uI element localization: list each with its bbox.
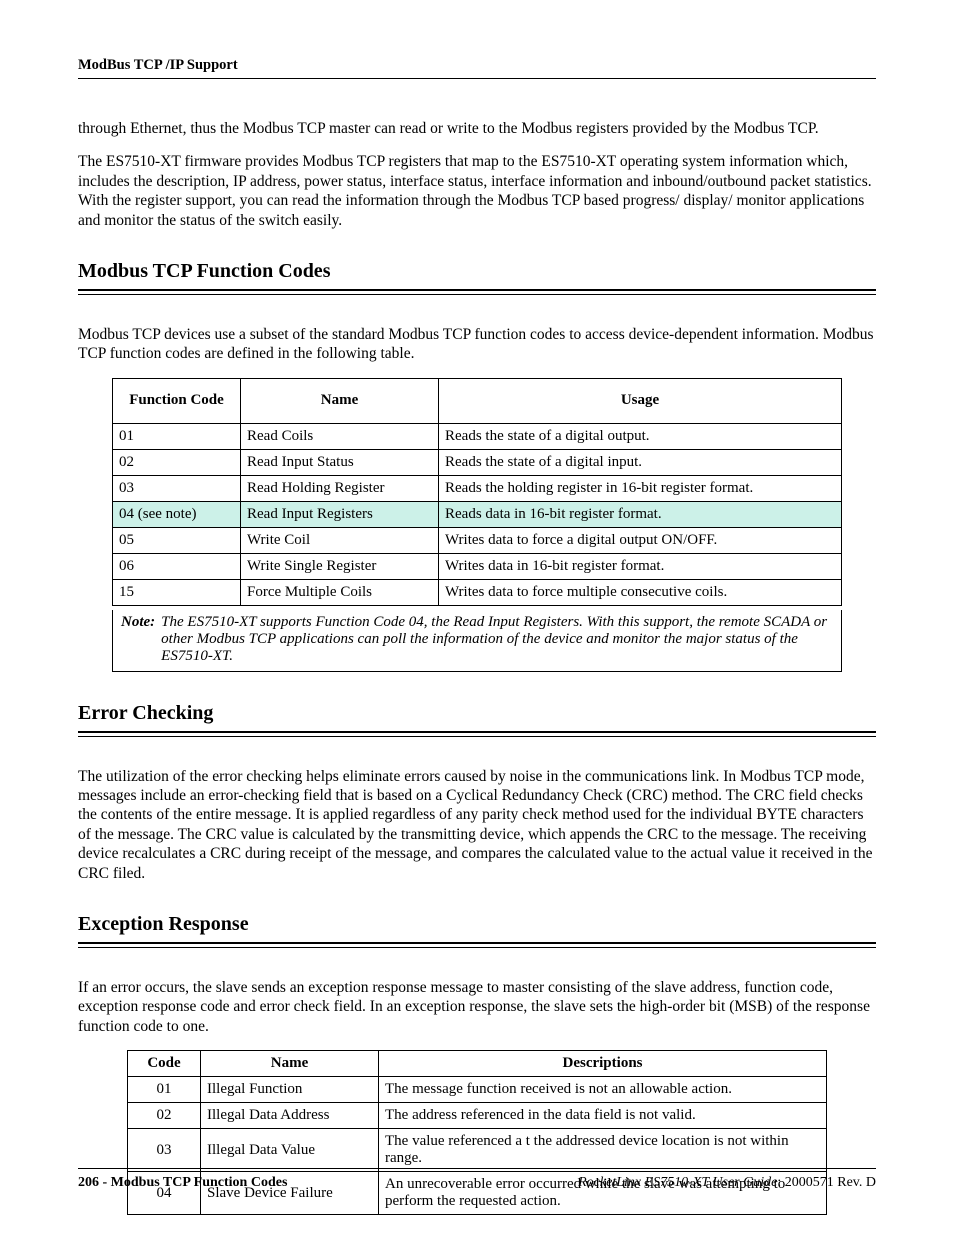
page-header: ModBus TCP /IP Support <box>78 56 876 79</box>
cell-desc: The message function received is not an … <box>379 1077 827 1103</box>
cell-name: Illegal Data Address <box>201 1103 379 1129</box>
cell-name: Read Input Status <box>241 449 439 475</box>
header-title: ModBus TCP /IP Support <box>78 57 238 73</box>
section-heading-error-checking: Error Checking <box>78 702 876 729</box>
th-name: Name <box>241 378 439 423</box>
error-checking-paragraph: The utilization of the error checking he… <box>78 767 876 883</box>
cell-code: 03 <box>128 1129 201 1172</box>
table-row: 05 Write Coil Writes data to force a dig… <box>113 527 842 553</box>
cell-code: 04 (see note) <box>113 501 241 527</box>
cell-code: 02 <box>113 449 241 475</box>
footer-revision: : 2000571 Rev. D <box>777 1175 876 1190</box>
cell-usage: Writes data to force multiple consecutiv… <box>439 579 842 605</box>
note-label: Note: <box>121 614 161 665</box>
table-row: 01 Illegal Function The message function… <box>128 1077 827 1103</box>
cell-desc: The value referenced a t the addressed d… <box>379 1129 827 1172</box>
table-row: 01 Read Coils Reads the state of a digit… <box>113 423 842 449</box>
cell-code: 01 <box>113 423 241 449</box>
cell-name: Read Input Registers <box>241 501 439 527</box>
exception-response-paragraph: If an error occurs, the slave sends an e… <box>78 978 876 1036</box>
cell-name: Write Coil <box>241 527 439 553</box>
table-row: 03 Read Holding Register Reads the holdi… <box>113 475 842 501</box>
intro-paragraph-1: through Ethernet, thus the Modbus TCP ma… <box>78 119 876 138</box>
table-header-row: Function Code Name Usage <box>113 378 842 423</box>
cell-desc: The address referenced in the data field… <box>379 1103 827 1129</box>
table-row: 02 Illegal Data Address The address refe… <box>128 1103 827 1129</box>
table-row-highlighted: 04 (see note) Read Input Registers Reads… <box>113 501 842 527</box>
cell-code: 05 <box>113 527 241 553</box>
cell-code: 03 <box>113 475 241 501</box>
section-underline <box>78 289 876 295</box>
cell-usage: Reads the state of a digital output. <box>439 423 842 449</box>
cell-name: Force Multiple Coils <box>241 579 439 605</box>
table-header-row: Code Name Descriptions <box>128 1051 827 1077</box>
cell-name: Illegal Data Value <box>201 1129 379 1172</box>
th-descriptions: Descriptions <box>379 1051 827 1077</box>
table-row: 02 Read Input Status Reads the state of … <box>113 449 842 475</box>
cell-name: Illegal Function <box>201 1077 379 1103</box>
cell-code: 15 <box>113 579 241 605</box>
footer-left: 206 - Modbus TCP Function Codes <box>78 1175 287 1191</box>
function-codes-paragraph: Modbus TCP devices use a subset of the s… <box>78 325 876 364</box>
table-row: 15 Force Multiple Coils Writes data to f… <box>113 579 842 605</box>
cell-usage: Writes data in 16-bit register format. <box>439 553 842 579</box>
cell-code: 01 <box>128 1077 201 1103</box>
note-body: The ES7510-XT supports Function Code 04,… <box>161 614 833 665</box>
cell-code: 06 <box>113 553 241 579</box>
section-underline <box>78 942 876 948</box>
cell-usage: Reads the holding register in 16-bit reg… <box>439 475 842 501</box>
table-row: 03 Illegal Data Value The value referenc… <box>128 1129 827 1172</box>
footer-guide-name: RocketLinx ES7510-XT User Guide <box>578 1175 777 1190</box>
function-codes-note: Note: The ES7510-XT supports Function Co… <box>112 610 842 672</box>
th-code: Code <box>128 1051 201 1077</box>
footer-right: RocketLinx ES7510-XT User Guide: 2000571… <box>578 1175 876 1191</box>
section-heading-exception-response: Exception Response <box>78 913 876 940</box>
th-usage: Usage <box>439 378 842 423</box>
cell-name: Read Coils <box>241 423 439 449</box>
cell-usage: Reads data in 16-bit register format. <box>439 501 842 527</box>
th-function-code: Function Code <box>113 378 241 423</box>
section-heading-function-codes: Modbus TCP Function Codes <box>78 260 876 287</box>
table-row: 06 Write Single Register Writes data in … <box>113 553 842 579</box>
th-name: Name <box>201 1051 379 1077</box>
cell-name: Write Single Register <box>241 553 439 579</box>
cell-usage: Reads the state of a digital input. <box>439 449 842 475</box>
page: ModBus TCP /IP Support through Ethernet,… <box>0 0 954 1235</box>
cell-name: Read Holding Register <box>241 475 439 501</box>
page-footer: 206 - Modbus TCP Function Codes RocketLi… <box>78 1168 876 1191</box>
intro-paragraph-2: The ES7510-XT firmware provides Modbus T… <box>78 152 876 230</box>
cell-usage: Writes data to force a digital output ON… <box>439 527 842 553</box>
section-underline <box>78 731 876 737</box>
cell-code: 02 <box>128 1103 201 1129</box>
function-codes-table: Function Code Name Usage 01 Read Coils R… <box>112 378 842 606</box>
